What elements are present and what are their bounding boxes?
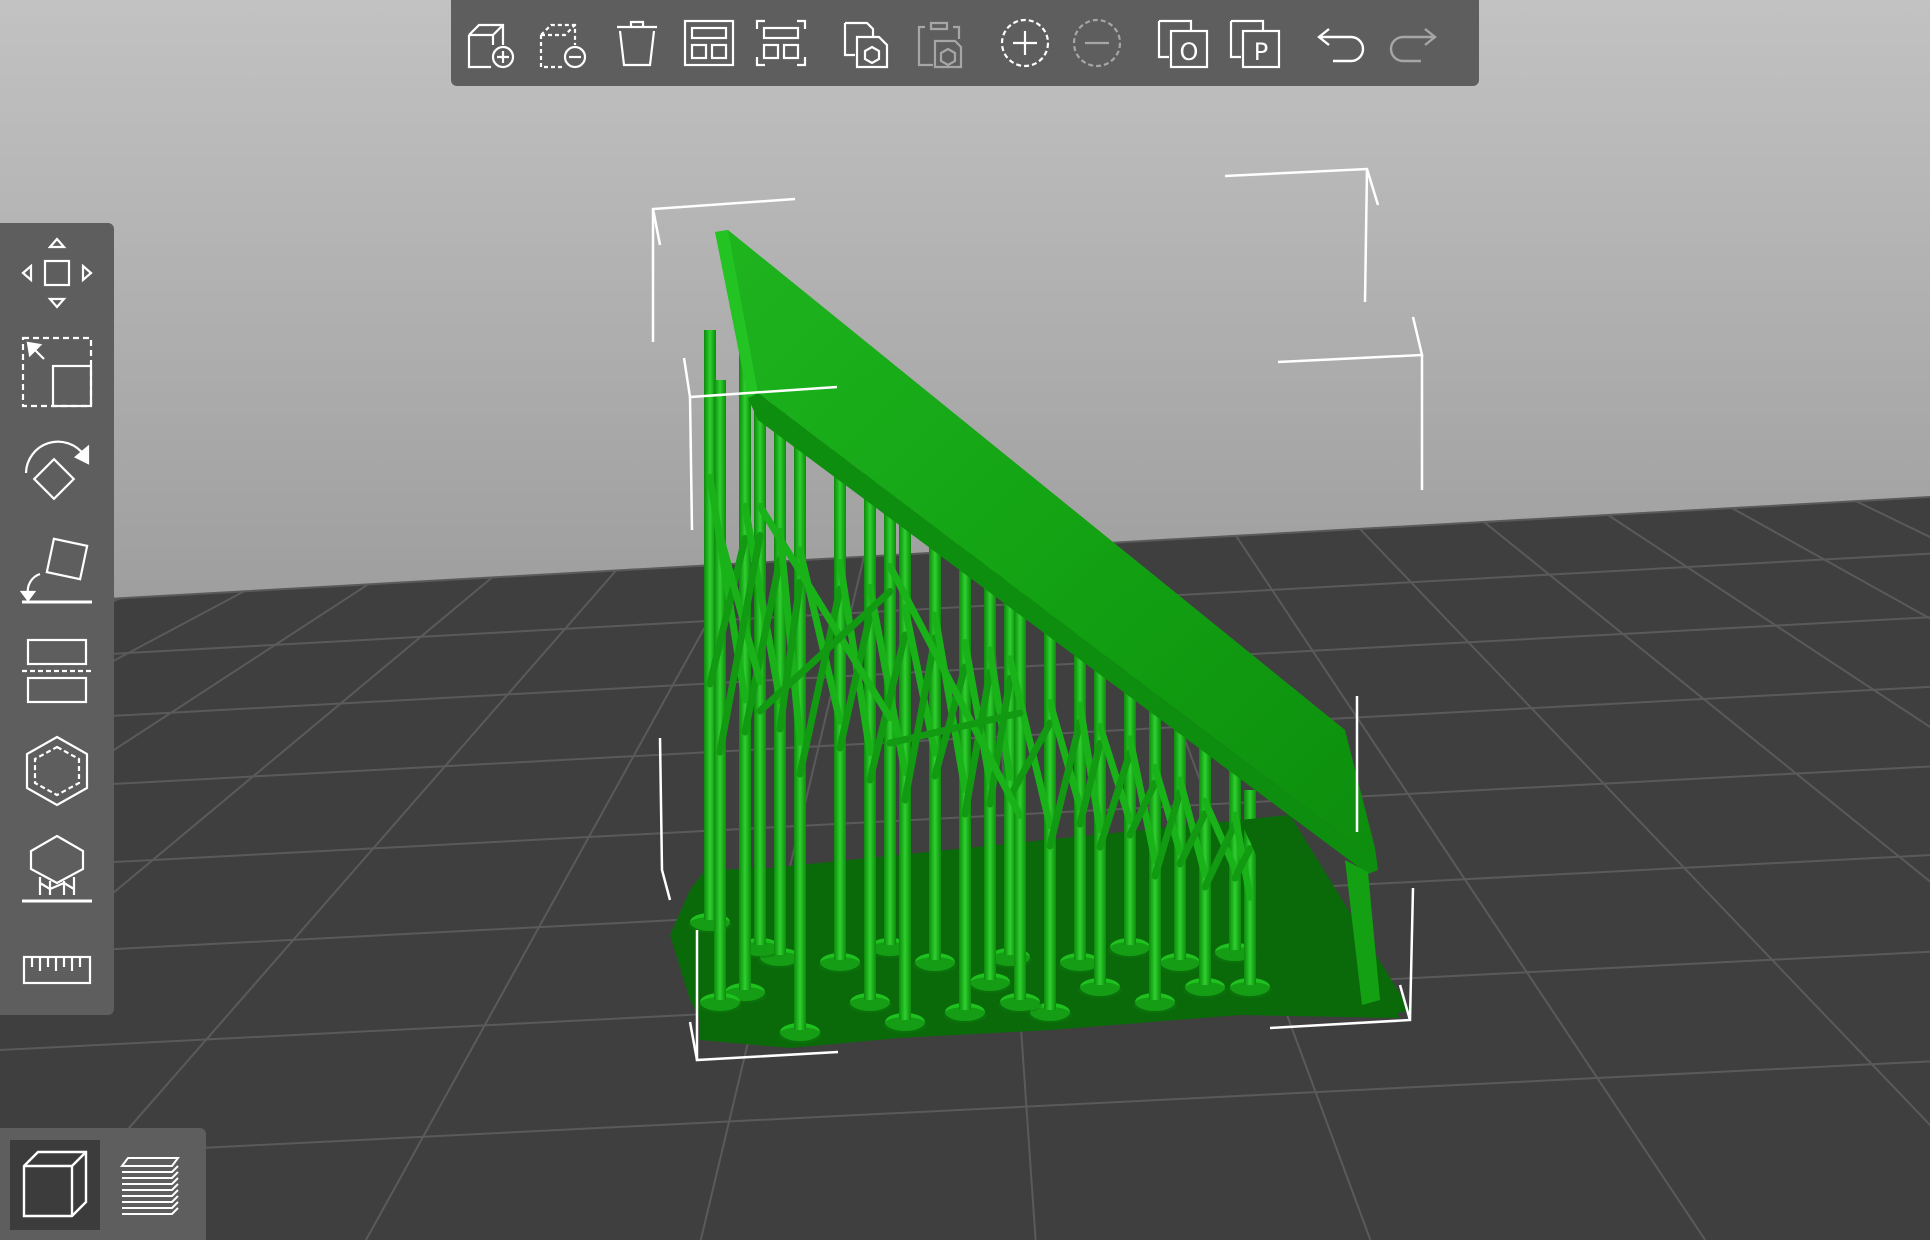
ruler-icon (22, 955, 92, 985)
measure-tool[interactable] (17, 930, 97, 1010)
hollow-tool[interactable] (17, 731, 97, 811)
cut-icon (22, 638, 92, 704)
scale-tool[interactable] (17, 332, 97, 412)
add-instance-button[interactable] (997, 15, 1053, 71)
top-toolbar: O P (451, 0, 1479, 86)
view-toolbar (0, 1128, 206, 1240)
copy-icon (843, 21, 889, 69)
split-objects-letter: O (1180, 38, 1199, 66)
add-cube-icon (467, 23, 515, 69)
delete-object-button[interactable] (537, 15, 593, 71)
move-arrows-icon (21, 237, 93, 309)
undo-icon (1317, 28, 1365, 63)
preview-button[interactable] (106, 1140, 196, 1230)
cut-tool[interactable] (17, 631, 97, 711)
rotate-icon (24, 440, 90, 501)
3d-viewport[interactable] (0, 0, 1930, 1240)
cube-view-icon (22, 1150, 88, 1218)
layers-icon (120, 1157, 180, 1215)
move-tool[interactable] (17, 233, 97, 313)
add-object-button[interactable] (465, 15, 521, 71)
trash-icon (617, 20, 657, 67)
split-parts-button[interactable]: P (1227, 15, 1283, 71)
remove-instance-button[interactable] (1069, 15, 1125, 71)
sla-support-points-tool[interactable] (17, 830, 97, 910)
delete-all-button[interactable] (609, 15, 665, 71)
paste-icon (917, 21, 963, 69)
minus-circle-icon (1072, 18, 1122, 68)
3d-view-button[interactable] (10, 1140, 100, 1230)
rotate-tool[interactable] (17, 432, 97, 512)
hollow-icon (25, 735, 89, 807)
redo-button[interactable] (1385, 15, 1441, 71)
place-on-face-tool[interactable] (17, 531, 97, 611)
support-points-icon (22, 834, 92, 903)
split-objects-button[interactable]: O (1155, 15, 1211, 71)
split-objects-icon: O (1157, 19, 1209, 69)
left-toolbar (0, 223, 114, 1015)
paste-button[interactable] (911, 15, 967, 71)
undo-button[interactable] (1313, 15, 1369, 71)
place-on-face-icon (19, 537, 92, 604)
arrange-selection-icon (755, 19, 807, 67)
arrange-selection-button[interactable] (753, 15, 809, 71)
remove-cube-icon (539, 23, 587, 69)
redo-icon (1389, 28, 1437, 63)
copy-button[interactable] (839, 15, 895, 71)
split-parts-letter: P (1254, 38, 1268, 66)
plus-circle-icon (1000, 18, 1050, 68)
arrange-button[interactable] (681, 15, 737, 71)
scale-icon (21, 336, 93, 408)
arrange-icon (683, 19, 735, 67)
split-parts-icon: P (1229, 19, 1281, 69)
